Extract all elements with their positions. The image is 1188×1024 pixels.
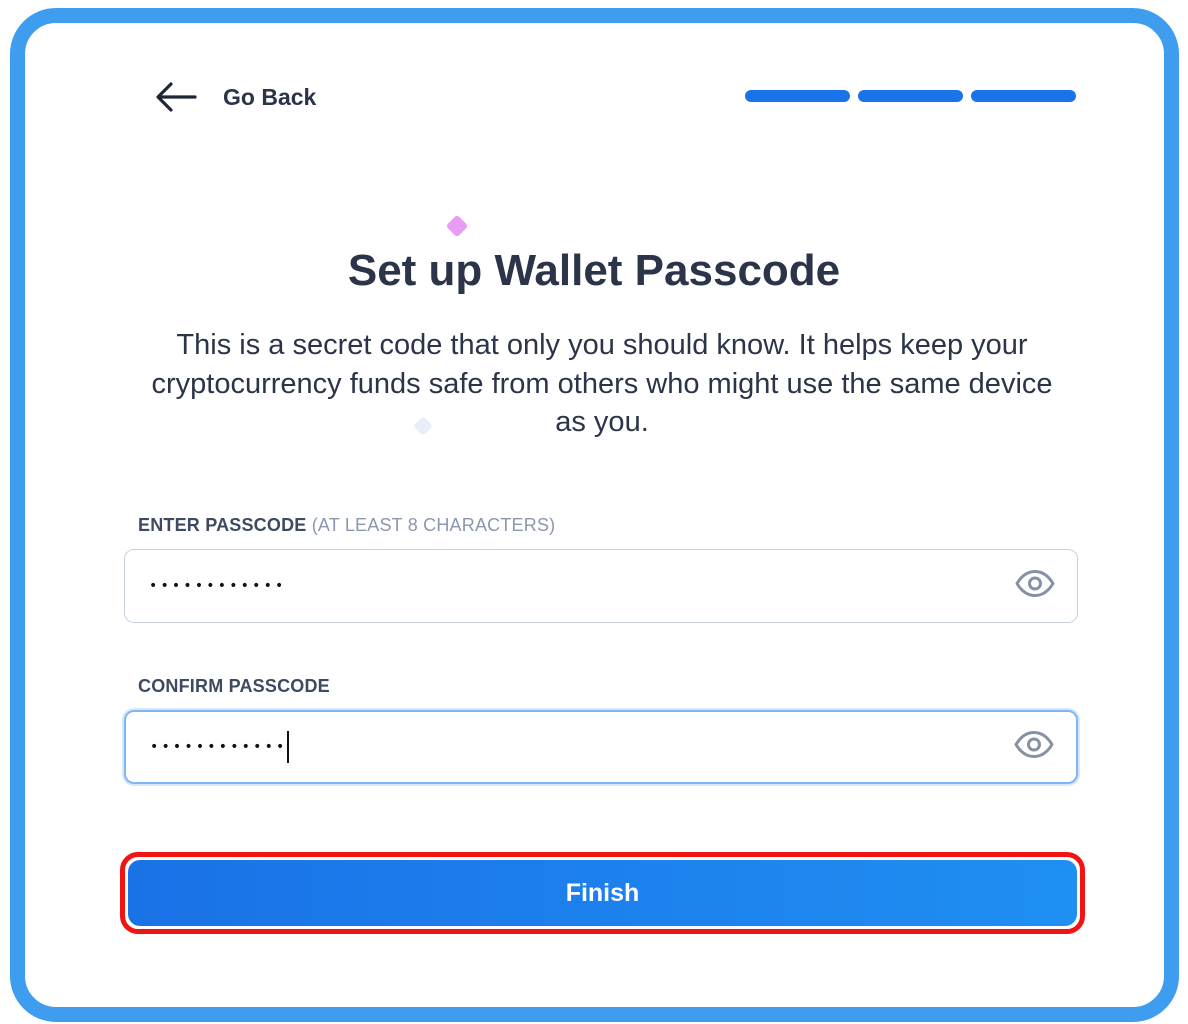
step-progress (745, 90, 1076, 102)
progress-step-3 (971, 90, 1076, 102)
page-description: This is a secret code that only you shou… (151, 329, 1053, 438)
confirm-passcode-masked-value: •••••••••••• (150, 712, 289, 782)
arrow-left-icon (155, 81, 197, 113)
text-caret (286, 731, 289, 763)
confirm-passcode-label: CONFIRM PASSCODE (138, 676, 330, 697)
passcode-label-text: ENTER PASSCODE (138, 515, 307, 535)
show-confirm-passcode-eye-icon[interactable] (1014, 731, 1054, 764)
passcode-label: ENTER PASSCODE (AT LEAST 8 CHARACTERS) (138, 515, 555, 536)
confirm-passcode-dots: •••••••••••• (150, 739, 288, 755)
passcode-input[interactable]: •••••••••••• (124, 549, 1078, 623)
progress-step-2 (858, 90, 963, 102)
progress-step-1 (745, 90, 850, 102)
go-back-label: Go Back (223, 83, 317, 110)
confirm-passcode-label-text: CONFIRM PASSCODE (138, 676, 330, 696)
confirm-passcode-input[interactable]: •••••••••••• (124, 710, 1078, 784)
page-title: Set up Wallet Passcode (347, 246, 841, 295)
show-passcode-eye-icon[interactable] (1015, 570, 1055, 603)
passcode-masked-value: •••••••••••• (149, 550, 287, 622)
passcode-dots: •••••••••••• (149, 578, 287, 594)
finish-button[interactable]: Finish (128, 860, 1077, 926)
go-back-button[interactable]: Go Back (155, 76, 316, 118)
passcode-hint: (AT LEAST 8 CHARACTERS) (311, 515, 556, 535)
